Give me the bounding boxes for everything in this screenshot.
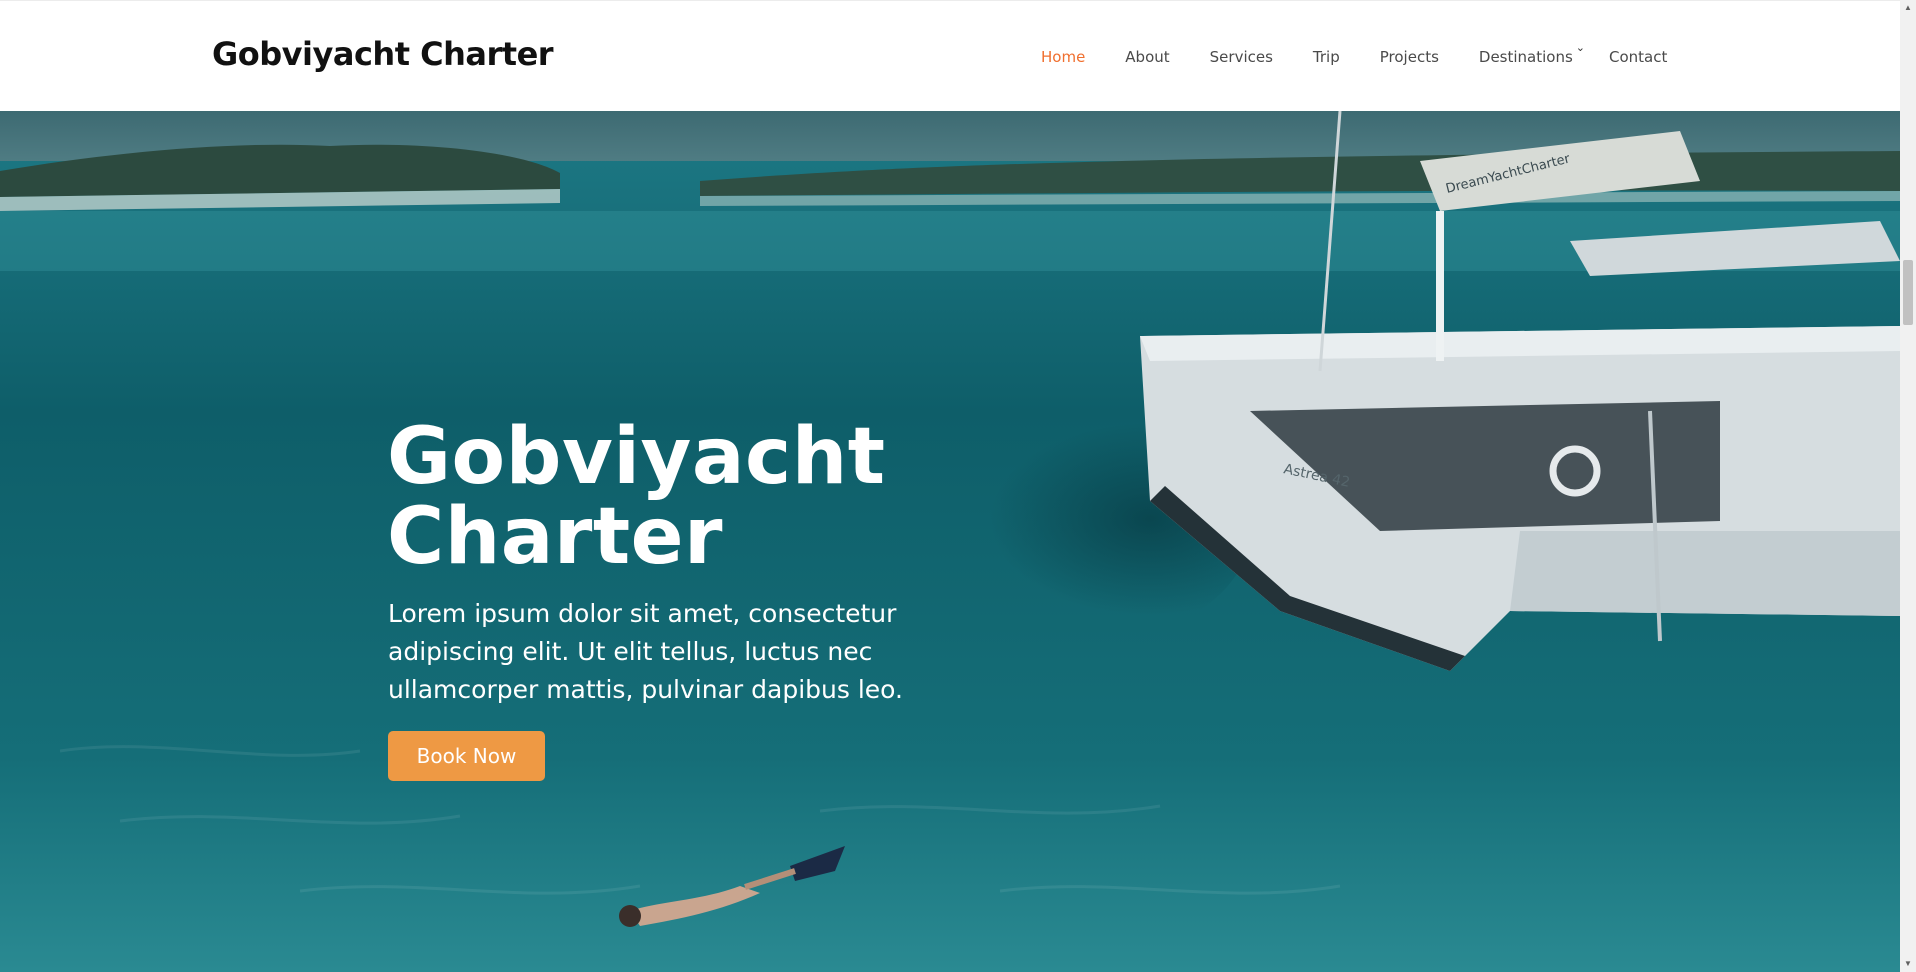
scrollbar-thumb[interactable]	[1903, 260, 1913, 325]
site-logo[interactable]: Gobviyacht Charter	[212, 35, 554, 73]
nav-contact[interactable]: Contact	[1609, 48, 1667, 66]
nav-about[interactable]: About	[1125, 48, 1169, 66]
main-nav: Home About Services Trip Projects Destin…	[1041, 42, 1707, 67]
nav-trip[interactable]: Trip	[1313, 48, 1340, 66]
hero-description: Lorem ipsum dolor sit amet, consectetur …	[388, 599, 903, 704]
hero-section: DreamYachtCharter Astrea 42 Gobviyacht C…	[0, 111, 1900, 972]
site-header: Gobviyacht Charter Home About Services T…	[0, 0, 1900, 111]
page-scrollbar[interactable]: ▲ ▼	[1900, 0, 1916, 972]
scroll-down-arrow-icon[interactable]: ▼	[1904, 960, 1912, 968]
nav-home[interactable]: Home	[1041, 48, 1085, 66]
nav-destinations[interactable]: Destinations	[1479, 48, 1573, 66]
hero-title: Gobviyacht Charter	[387, 412, 886, 582]
scroll-up-arrow-icon[interactable]: ▲	[1904, 4, 1912, 12]
book-now-button[interactable]: Book Now	[388, 731, 545, 781]
nav-destinations-dropdown[interactable]: Destinations ⌄	[1479, 42, 1585, 67]
chevron-down-icon[interactable]: ⌄	[1576, 42, 1585, 54]
nav-projects[interactable]: Projects	[1380, 48, 1439, 66]
nav-services[interactable]: Services	[1210, 48, 1273, 66]
